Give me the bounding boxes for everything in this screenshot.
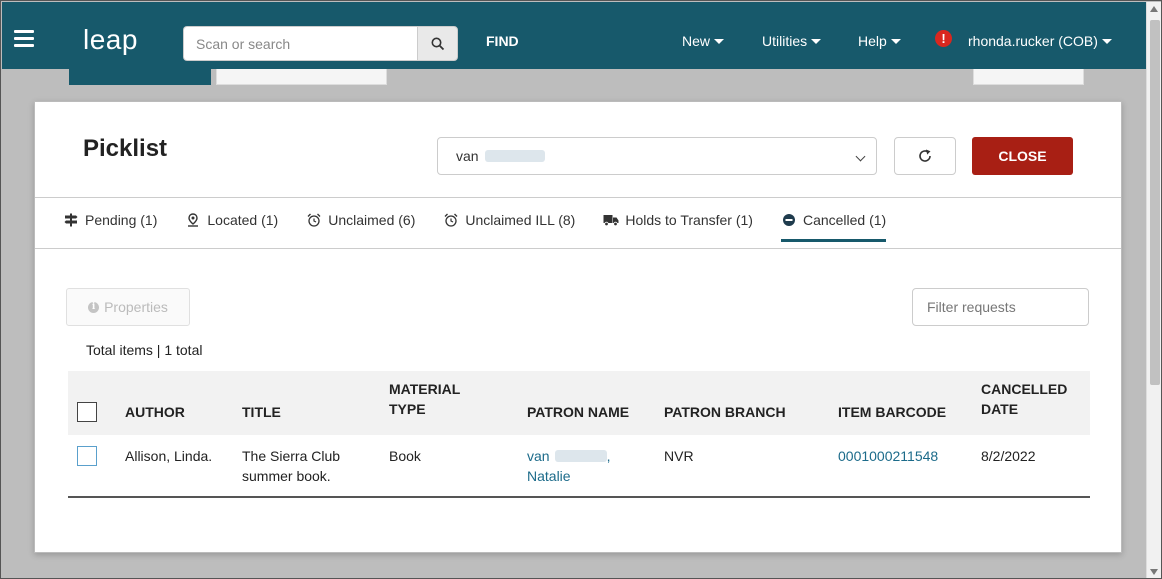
background-tab: [973, 69, 1084, 85]
divider: [35, 197, 1121, 198]
alert-icon[interactable]: !: [935, 30, 952, 47]
column-header-line: TYPE: [389, 401, 426, 417]
top-navbar: leap FIND New Utilities Help ! rhonda.ru…: [2, 2, 1146, 69]
patron-name-separator: ,: [606, 448, 611, 464]
map-marker-icon: [185, 212, 201, 228]
tab-label: Unclaimed (6): [328, 212, 416, 228]
divider: [35, 248, 1121, 249]
column-header-line: DATE: [981, 401, 1019, 417]
column-header-item-barcode[interactable]: ITEM BARCODE: [838, 402, 946, 422]
properties-label: Properties: [104, 299, 168, 315]
tab-label: Holds to Transfer (1): [625, 212, 753, 228]
cell-patron-name-link[interactable]: van, Natalie: [527, 446, 610, 486]
select-all-checkbox[interactable]: [77, 402, 97, 422]
background-tab: [69, 69, 211, 85]
column-header-line: MATERIAL: [389, 381, 461, 397]
cell-title-line: summer book.: [242, 468, 331, 484]
caret-down-icon: [890, 39, 901, 44]
utilities-menu[interactable]: Utilities: [762, 33, 822, 49]
column-header-author[interactable]: AUTHOR: [125, 402, 185, 422]
column-header-patron-branch[interactable]: PATRON BRANCH: [664, 402, 786, 422]
leap-logo[interactable]: leap: [83, 24, 138, 56]
scroll-down-arrow-icon[interactable]: [1150, 569, 1158, 575]
redacted-text: [554, 450, 607, 462]
tab-label: Pending (1): [85, 212, 158, 228]
total-items-text: Total items | 1 total: [86, 342, 203, 358]
tab-label: Cancelled (1): [802, 212, 887, 228]
utilities-menu-label: Utilities: [762, 33, 808, 49]
user-menu[interactable]: rhonda.rucker (COB): [968, 33, 1112, 49]
chevron-down-icon: [855, 151, 866, 162]
user-menu-label: rhonda.rucker (COB): [968, 33, 1098, 49]
cell-title-line: The Sierra Club: [242, 448, 341, 464]
column-header-title[interactable]: TITLE: [242, 402, 281, 422]
find-button[interactable]: FIND: [486, 33, 519, 49]
refresh-icon: [919, 149, 931, 162]
hamburger-menu-icon[interactable]: [14, 30, 34, 47]
filter-requests-input[interactable]: [912, 288, 1089, 326]
caret-down-icon: [1101, 39, 1112, 44]
row-checkbox[interactable]: [77, 446, 97, 466]
info-icon: i: [88, 301, 100, 313]
properties-button[interactable]: i Properties: [66, 288, 190, 326]
picklist-modal: Picklist van CLOSE Pending (1) Located (…: [34, 101, 1122, 553]
alarm-clock-icon: [443, 212, 459, 228]
tab-holds-to-transfer[interactable]: Holds to Transfer (1): [603, 212, 753, 242]
table-header: AUTHOR TITLE MATERIAL TYPE PATRON NAME P…: [68, 371, 1090, 435]
help-menu[interactable]: Help: [858, 33, 901, 49]
new-menu-label: New: [682, 33, 711, 49]
minus-circle-icon: [781, 212, 797, 228]
cell-item-barcode-link[interactable]: 0001000211548: [838, 446, 938, 466]
redacted-text: [484, 150, 545, 162]
caret-down-icon: [714, 39, 725, 44]
new-menu[interactable]: New: [682, 33, 725, 49]
browser-frame: leap FIND New Utilities Help ! rhonda.ru…: [0, 0, 1162, 579]
cell-cancelled-date: 8/2/2022: [981, 448, 1036, 464]
scrollbar-thumb[interactable]: [1150, 20, 1160, 385]
search-button[interactable]: [417, 26, 458, 61]
tab-cancelled[interactable]: Cancelled (1): [780, 212, 887, 242]
alarm-clock-icon: [306, 212, 322, 228]
table-bottom-border: [68, 496, 1090, 498]
tab-label: Unclaimed ILL (8): [465, 212, 576, 228]
column-header-line: CANCELLED: [981, 381, 1068, 397]
column-header-patron-name[interactable]: PATRON NAME: [527, 402, 629, 422]
column-header-cancelled-date[interactable]: CANCELLED DATE: [981, 379, 1067, 419]
signpost-icon: [63, 212, 79, 228]
cell-material-type: Book: [389, 448, 421, 464]
patron-name-part: van: [527, 448, 550, 464]
cell-title: The Sierra Club summer book.: [242, 446, 340, 486]
close-button[interactable]: CLOSE: [972, 137, 1073, 175]
caret-down-icon: [811, 39, 822, 44]
patron-select-value: van: [456, 148, 479, 164]
cell-patron-branch: NVR: [664, 448, 694, 464]
picklist-tabs: Pending (1) Located (1) Unclaimed (6) Un…: [63, 212, 914, 242]
modal-title: Picklist: [83, 135, 168, 162]
tab-label: Located (1): [207, 212, 279, 228]
refresh-button[interactable]: [894, 137, 956, 175]
background-tab: [216, 69, 387, 85]
help-menu-label: Help: [858, 33, 887, 49]
search-icon: [431, 37, 444, 50]
search-input[interactable]: [183, 26, 417, 61]
truck-icon: [603, 212, 619, 228]
cell-author: Allison, Linda.: [125, 448, 213, 464]
column-header-material-type[interactable]: MATERIAL TYPE: [389, 379, 460, 419]
tab-located[interactable]: Located (1): [185, 212, 278, 242]
tab-unclaimed-ill[interactable]: Unclaimed ILL (8): [443, 212, 575, 242]
vertical-scrollbar[interactable]: [1146, 2, 1161, 578]
scroll-up-arrow-icon[interactable]: [1150, 6, 1158, 12]
tab-unclaimed[interactable]: Unclaimed (6): [306, 212, 415, 242]
patron-select[interactable]: van: [437, 137, 877, 175]
patron-name-part: Natalie: [527, 468, 571, 484]
tab-pending[interactable]: Pending (1): [63, 212, 157, 242]
